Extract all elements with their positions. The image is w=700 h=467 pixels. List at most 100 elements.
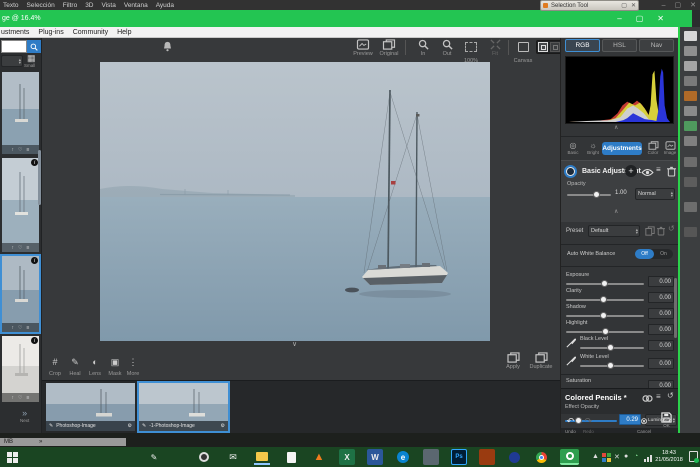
mask-tool-button[interactable]: ▣Mask [106,352,124,377]
eyedropper-icon[interactable] [566,338,576,348]
slider-track[interactable] [580,365,644,367]
crop-tool-button[interactable]: #Crop [46,352,64,377]
slider-track[interactable] [566,331,644,333]
thumbs-up-icon[interactable]: ↑ [12,245,15,251]
menu-seleccion[interactable]: Selección [27,2,55,9]
more-tools-button[interactable]: ⋮More [126,352,140,377]
slider-value[interactable]: 0.00 [648,340,674,351]
thumbs-up-icon[interactable]: ↑ [12,395,15,401]
heart-icon[interactable]: ♡ [18,147,22,153]
category-color[interactable]: Color [645,141,661,155]
photo-canvas[interactable] [100,62,490,341]
tray-icon[interactable]: ● [624,453,628,460]
category-adjustments-active[interactable]: Adjustments [602,142,642,155]
thumbs-up-icon[interactable]: ↑ [12,325,15,331]
sort-dropdown[interactable]: ▴▾ [1,55,23,67]
ps-panel-icon[interactable] [684,202,697,212]
menu-icon[interactable]: ≡ [656,392,661,401]
menu-icon[interactable]: ≡ [27,395,30,401]
zoom-out-button[interactable]: Out [436,39,458,57]
menu-icon[interactable]: ≡ [27,245,30,251]
next-effects-button[interactable]: » Next [20,408,29,423]
close-icon[interactable]: ✕ [657,14,664,23]
pencil-icon[interactable]: ✎ [49,423,53,429]
ps-panel-icon[interactable] [684,76,697,86]
opacity-slider[interactable] [567,194,611,196]
file-explorer-icon[interactable] [254,449,270,465]
link-icon[interactable] [641,394,654,403]
effect-thumbnail-selected[interactable]: i ↑♡≡ [2,256,39,332]
effect-thumbnail[interactable]: i ↑♡≡ [2,336,39,402]
taskbar-app-icon[interactable] [506,449,522,465]
tray-show-hidden-icon[interactable]: ▲ [592,453,599,460]
ps-panel-icon[interactable] [684,61,697,71]
reset-icon[interactable]: ↺ [667,391,674,400]
slider-value[interactable]: 0.00 [648,308,674,319]
tray-icon[interactable] [602,453,611,462]
taskbar-app-icon[interactable] [423,449,439,465]
effect-thumbnail[interactable]: ↑♡≡ [2,72,39,154]
cancel-button[interactable]: ⊗Cancel [637,411,651,434]
menu-filtro[interactable]: Filtro [63,2,77,9]
split-view-button[interactable] [550,42,560,52]
thumbs-up-icon[interactable]: ↑ [12,147,15,153]
preset-dropdown[interactable]: Default ▴▾ [588,225,640,237]
blend-mode-dropdown[interactable]: Normal ▴▾ [635,188,675,200]
search-button[interactable] [27,40,41,53]
tab-nav[interactable]: Nav [639,39,674,52]
ps-panel-icon[interactable] [684,121,697,131]
preview-button[interactable]: Preview [352,39,374,57]
menu-icon[interactable]: ≡ [27,325,30,331]
menu-community[interactable]: Community [73,29,108,36]
visibility-eye-icon[interactable] [641,168,654,177]
collapse-bottom-icon[interactable]: ∨ [292,340,297,348]
undo-button[interactable]: ↶Undo [565,411,576,434]
menu-3d[interactable]: 3D [85,2,93,9]
sidebar-scrollbar[interactable] [38,150,41,205]
taskbar-app-icon[interactable] [196,449,212,465]
ok-button[interactable]: OK [661,412,672,428]
tab-rgb[interactable]: RGB [565,39,600,52]
awb-off-option[interactable]: Off [635,249,654,259]
filmstrip-thumbnail[interactable]: ✎ Photoshop-Image ⚙ [46,383,135,431]
collapse-icon[interactable]: ▢ [621,2,627,9]
histogram[interactable] [565,56,674,124]
menu-icon[interactable]: ≡ [656,165,661,174]
save-preset-icon[interactable] [645,226,655,236]
gear-icon[interactable]: ⚙ [221,423,225,429]
slider-track[interactable] [566,315,644,317]
eyedropper-icon[interactable] [566,356,576,366]
statusbar-flyout-icon[interactable]: » [39,439,42,445]
excel-app-icon[interactable]: X [339,449,355,465]
ps-panel-icon[interactable] [684,91,697,101]
menu-ventana[interactable]: Ventana [124,2,148,9]
effect-thumbnail[interactable]: i ↑♡ ≡ [2,158,39,252]
heal-tool-button[interactable]: ✎Heal [66,352,84,377]
menu-plugins[interactable]: Plug-ins [38,29,63,36]
category-bright[interactable]: ☼Bright [583,141,603,155]
add-adjustment-button[interactable]: + [625,165,637,177]
maximize-icon[interactable]: ▢ [675,1,682,9]
category-basic[interactable]: ◎Basic [563,141,583,155]
slider-value[interactable]: 0.00 [648,324,674,335]
collapse-section-icon[interactable]: ∧ [614,208,618,215]
chrome-browser-icon[interactable] [533,449,549,465]
slider-value[interactable]: 0.00 [648,276,674,287]
apply-button[interactable]: Apply [502,352,524,370]
fit-button[interactable]: Fit [484,39,506,57]
slider-value[interactable]: 0.00 [648,358,674,369]
ps-panel-icon[interactable] [684,31,697,41]
photoshop-app-icon[interactable]: Ps [451,449,467,465]
ps-panel-icon[interactable] [684,46,697,56]
awb-on-option[interactable]: On [654,251,673,257]
menu-adjustments[interactable]: ustments [1,29,29,36]
awb-toggle[interactable]: Off On [635,249,673,259]
pencil-icon[interactable]: ✎ [142,423,146,429]
tray-icon[interactable]: ✕ [614,453,620,461]
menu-ayuda[interactable]: Ayuda [156,2,174,9]
close-icon[interactable]: ✕ [631,2,636,9]
heart-icon[interactable]: ♡ [18,395,22,401]
collapse-histogram-icon[interactable]: ∧ [614,124,618,131]
heart-icon[interactable]: ♡ [18,245,22,251]
info-icon[interactable]: i [31,159,38,166]
